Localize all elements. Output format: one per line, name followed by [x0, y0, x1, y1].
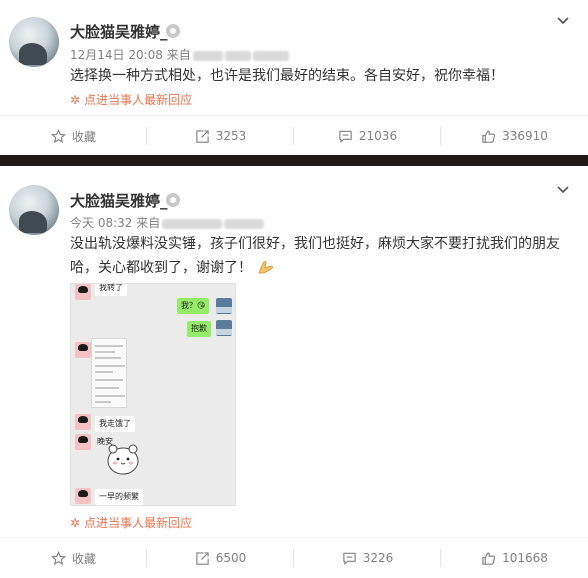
favorite-label: 收藏: [71, 551, 96, 566]
favorite-button[interactable]: 收藏: [0, 116, 147, 156]
verified-badge-icon: [166, 193, 180, 207]
repost-icon: [196, 129, 209, 143]
reply-link[interactable]: ✲ 点进当事人最新回应: [70, 91, 192, 108]
like-count: 101668: [502, 551, 548, 565]
post-image[interactable]: 我转了 我？😘 抱歉 我走饿了 晚安 一早的频繁: [70, 283, 236, 506]
favorite-label: 收藏: [71, 129, 96, 144]
avatar: [75, 284, 91, 300]
avatar: [75, 342, 91, 358]
timestamp[interactable]: 12月14日 20:08: [70, 48, 163, 62]
source-prefix: 来自: [136, 216, 161, 230]
star-icon: [51, 550, 66, 565]
action-bar: 收藏 6500 3226 101668: [0, 537, 588, 577]
repost-button[interactable]: 3253: [147, 116, 294, 156]
post-text: 没出轨没爆料没实锤，孩子们很好，我们也挺好，麻烦大家不要打扰我们的朋友 哈，关心…: [70, 232, 580, 280]
like-button[interactable]: 336910: [441, 116, 588, 156]
like-count: 336910: [502, 129, 548, 143]
source-prefix: 来自: [166, 48, 191, 62]
praying-hands-icon: [258, 261, 273, 274]
sparkle-icon: ✲: [70, 93, 81, 107]
post-text-line: 没出轨没爆料没实锤，孩子们很好，我们也挺好，麻烦大家不要打扰我们的朋友: [70, 236, 560, 252]
verified-badge-icon: [166, 24, 180, 38]
forwarded-screenshot: [91, 338, 127, 408]
blurred-source: [224, 50, 251, 61]
chevron-down-icon[interactable]: [556, 183, 570, 197]
reply-link-label: 点进当事人最新回应: [84, 516, 193, 530]
repost-button[interactable]: 6500: [147, 538, 294, 578]
timestamp[interactable]: 今天 08:32: [70, 216, 132, 230]
post-text: 选择换一种方式相处，也许是我们最好的结束。各自安好，祝你幸福！: [70, 68, 504, 84]
comment-button[interactable]: 3226: [294, 538, 441, 578]
username[interactable]: 大脸猫吴雅婷_: [70, 21, 168, 42]
like-button[interactable]: 101668: [441, 538, 588, 578]
action-bar: 收藏 3253 21036 336910: [0, 115, 588, 155]
avatar[interactable]: [9, 185, 59, 235]
chat-message: 我走饿了: [95, 416, 135, 432]
chevron-down-icon[interactable]: [556, 14, 570, 28]
sparkle-icon: ✲: [70, 516, 81, 530]
bear-sticker-icon: [107, 444, 139, 475]
thumbs-up-icon: [482, 551, 496, 565]
comment-count: 3226: [362, 551, 394, 565]
repost-count: 3253: [215, 129, 247, 143]
reply-link[interactable]: ✲ 点进当事人最新回应: [70, 514, 192, 531]
reply-link-label: 点进当事人最新回应: [84, 93, 193, 107]
comment-icon: [343, 552, 356, 565]
feed-divider: [0, 155, 588, 166]
comment-button[interactable]: 21036: [294, 116, 441, 156]
favorite-button[interactable]: 收藏: [0, 538, 147, 578]
star-icon: [51, 128, 66, 143]
blurred-source: [162, 218, 223, 229]
comment-count: 21036: [358, 129, 398, 143]
username[interactable]: 大脸猫吴雅婷_: [70, 190, 168, 211]
post-meta: 今天 08:32 来自: [70, 214, 265, 231]
comment-icon: [339, 130, 352, 143]
chat-message: 抱歉: [187, 321, 211, 337]
avatar: [75, 488, 91, 504]
avatar: [216, 298, 232, 314]
chat-message: 一早的频繁: [95, 489, 143, 505]
blurred-source: [192, 50, 223, 61]
post-meta: 12月14日 20:08 来自: [70, 46, 289, 63]
repost-icon: [196, 551, 209, 565]
repost-count: 6500: [215, 551, 247, 565]
avatar: [216, 320, 232, 336]
blurred-source: [224, 218, 265, 229]
avatar: [75, 434, 91, 450]
avatar: [75, 414, 91, 430]
weibo-post-2: 大脸猫吴雅婷_ 今天 08:32 来自 没出轨没爆料没实锤，孩子们很好，我们也挺…: [0, 166, 588, 573]
avatar[interactable]: [9, 17, 59, 67]
weibo-post-1: 大脸猫吴雅婷_ 12月14日 20:08 来自 选择换一种方式相处，也许是我们最…: [0, 0, 588, 155]
thumbs-up-icon: [482, 129, 496, 143]
chat-message: 我？😘: [177, 298, 210, 314]
post-text-line-2: 哈，关心都收到了，谢谢了！: [70, 256, 580, 280]
blurred-source: [252, 50, 289, 61]
post-text-line: 哈，关心都收到了，谢谢了！: [70, 260, 252, 276]
chat-message: 我转了: [95, 284, 127, 296]
